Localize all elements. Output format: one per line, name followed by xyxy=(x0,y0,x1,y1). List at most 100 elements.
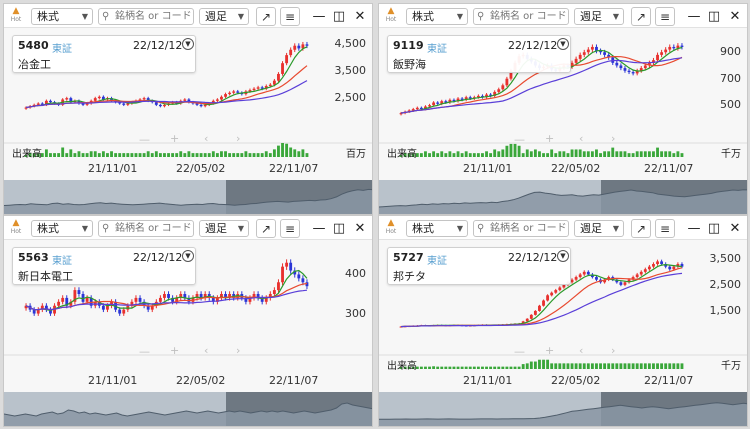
maximize-button[interactable]: ◫ xyxy=(705,7,723,26)
close-button[interactable]: ✕ xyxy=(726,7,744,26)
zoom-in-icon[interactable]: + xyxy=(170,132,179,145)
period-value: 週足 xyxy=(580,222,602,235)
period-select[interactable]: 週足 ▼ xyxy=(574,220,624,237)
candle-up xyxy=(36,103,40,105)
volume-bar xyxy=(570,363,574,369)
price-chart[interactable]: 9119 東証 22/12/12 ▼ 飯野海 900 700 500 出来高 千万 … xyxy=(379,29,747,179)
volume-bar xyxy=(175,153,179,157)
close-button[interactable]: ✕ xyxy=(351,7,369,26)
scroll-left-icon[interactable]: ‹ xyxy=(204,132,208,145)
chevron-down-icon[interactable]: ▼ xyxy=(557,38,569,50)
scroll-right-icon[interactable]: › xyxy=(611,132,615,145)
candle-up xyxy=(36,309,40,314)
chevron-down-icon: ▼ xyxy=(81,224,88,233)
minimize-button[interactable]: — xyxy=(685,219,703,238)
popout-button[interactable]: ↗ xyxy=(631,7,651,26)
maximize-button[interactable]: ◫ xyxy=(705,219,723,238)
popout-button[interactable]: ↗ xyxy=(256,7,276,26)
scroll-left-icon[interactable]: ‹ xyxy=(579,132,583,145)
popout-button[interactable]: ↗ xyxy=(631,219,651,238)
volume-bar xyxy=(501,366,505,369)
candle-down xyxy=(305,44,309,46)
period-value: 週足 xyxy=(205,222,227,235)
volume-bar xyxy=(207,153,211,157)
market-type-select[interactable]: 株式 ▼ xyxy=(406,8,468,25)
volume-bar xyxy=(550,363,554,369)
overview-navigator[interactable] xyxy=(4,392,372,426)
stock-search-field[interactable]: ⚲ xyxy=(98,8,213,25)
menu-button[interactable]: ≡ xyxy=(280,7,300,26)
candle-up xyxy=(215,99,219,101)
hot-logo[interactable]: ▲ Hot xyxy=(7,218,25,238)
y-tick-label: 2,500 xyxy=(334,91,367,105)
y-tick-label: 900 xyxy=(720,45,741,59)
volume-bar xyxy=(118,153,122,157)
period-select[interactable]: 週足 ▼ xyxy=(199,8,249,25)
chevron-down-icon[interactable]: ▼ xyxy=(182,250,194,262)
price-chart[interactable]: 5563 東証 22/12/12 ▼ 新日本電工 400 300 — + ‹ › … xyxy=(4,241,372,391)
scroll-right-icon[interactable]: › xyxy=(236,344,240,357)
zoom-out-icon[interactable]: — xyxy=(514,345,525,358)
menu-button[interactable]: ≡ xyxy=(655,7,675,26)
chevron-down-icon[interactable]: ▼ xyxy=(557,250,569,262)
stock-search-field[interactable]: ⚲ xyxy=(98,220,213,237)
zoom-out-icon[interactable]: — xyxy=(139,133,150,146)
zoom-in-icon[interactable]: + xyxy=(545,344,554,357)
date-label: 22/12/12 xyxy=(508,251,558,264)
period-select[interactable]: 週足 ▼ xyxy=(199,220,249,237)
minimize-button[interactable]: — xyxy=(310,7,328,26)
close-button[interactable]: ✕ xyxy=(726,219,744,238)
hot-logo[interactable]: ▲ Hot xyxy=(7,6,25,26)
zoom-in-icon[interactable]: + xyxy=(170,344,179,357)
market-type-select[interactable]: 株式 ▼ xyxy=(406,220,468,237)
volume-bar xyxy=(615,363,619,369)
chart-panel-5480: ▲ Hot 株式 ▼ ⚲ 週足 ▼ ↗ ≡ — xyxy=(3,3,373,215)
scroll-right-icon[interactable]: › xyxy=(236,132,240,145)
volume-bar xyxy=(215,153,219,157)
volume-bar xyxy=(631,363,635,369)
volume-bar xyxy=(154,151,158,157)
hot-logo[interactable]: ▲ Hot xyxy=(382,218,400,238)
volume-bar xyxy=(448,366,452,369)
close-button[interactable]: ✕ xyxy=(351,219,369,238)
scroll-left-icon[interactable]: ‹ xyxy=(579,344,583,357)
volume-bar xyxy=(464,366,468,369)
menu-button[interactable]: ≡ xyxy=(655,219,675,238)
volume-bar xyxy=(485,366,488,369)
volume-bar xyxy=(668,151,672,157)
zoom-out-icon[interactable]: — xyxy=(139,345,150,358)
maximize-button[interactable]: ◫ xyxy=(330,219,348,238)
scroll-left-icon[interactable]: ‹ xyxy=(204,344,208,357)
price-chart[interactable]: 5480 東証 22/12/12 ▼ 冶金工 4,500 3,500 2,500 出… xyxy=(4,29,372,179)
period-select[interactable]: 週足 ▼ xyxy=(574,8,624,25)
volume-bar xyxy=(607,151,611,157)
hot-logo[interactable]: ▲ Hot xyxy=(382,6,400,26)
market-type-select[interactable]: 株式 ▼ xyxy=(31,220,93,237)
volume-bar xyxy=(476,366,480,369)
price-chart[interactable]: 5727 東証 22/12/12 ▼ 邦チタ 3,500 2,500 1,500 出… xyxy=(379,241,747,391)
candle-up xyxy=(550,292,554,296)
maximize-button[interactable]: ◫ xyxy=(330,7,348,26)
market-type-select[interactable]: 株式 ▼ xyxy=(31,8,93,25)
volume-bar xyxy=(114,153,118,157)
stock-search-field[interactable]: ⚲ xyxy=(473,8,588,25)
zoom-in-icon[interactable]: + xyxy=(545,132,554,145)
chevron-down-icon[interactable]: ▼ xyxy=(182,38,194,50)
zoom-out-icon[interactable]: — xyxy=(514,133,525,146)
volume-bar xyxy=(599,153,602,157)
popout-button[interactable]: ↗ xyxy=(256,219,276,238)
period-value: 週足 xyxy=(205,10,227,23)
close-icon: ✕ xyxy=(729,9,741,24)
volume-bar xyxy=(110,151,113,157)
volume-bar xyxy=(639,151,643,157)
stock-search-field[interactable]: ⚲ xyxy=(473,220,588,237)
minimize-button[interactable]: — xyxy=(685,7,703,26)
overview-navigator[interactable] xyxy=(379,392,747,426)
volume-bar xyxy=(428,366,431,369)
candle-up xyxy=(256,87,260,89)
scroll-right-icon[interactable]: › xyxy=(611,344,615,357)
overview-navigator[interactable] xyxy=(379,180,747,214)
minimize-button[interactable]: — xyxy=(310,219,328,238)
menu-button[interactable]: ≡ xyxy=(280,219,300,238)
overview-navigator[interactable] xyxy=(4,180,372,214)
